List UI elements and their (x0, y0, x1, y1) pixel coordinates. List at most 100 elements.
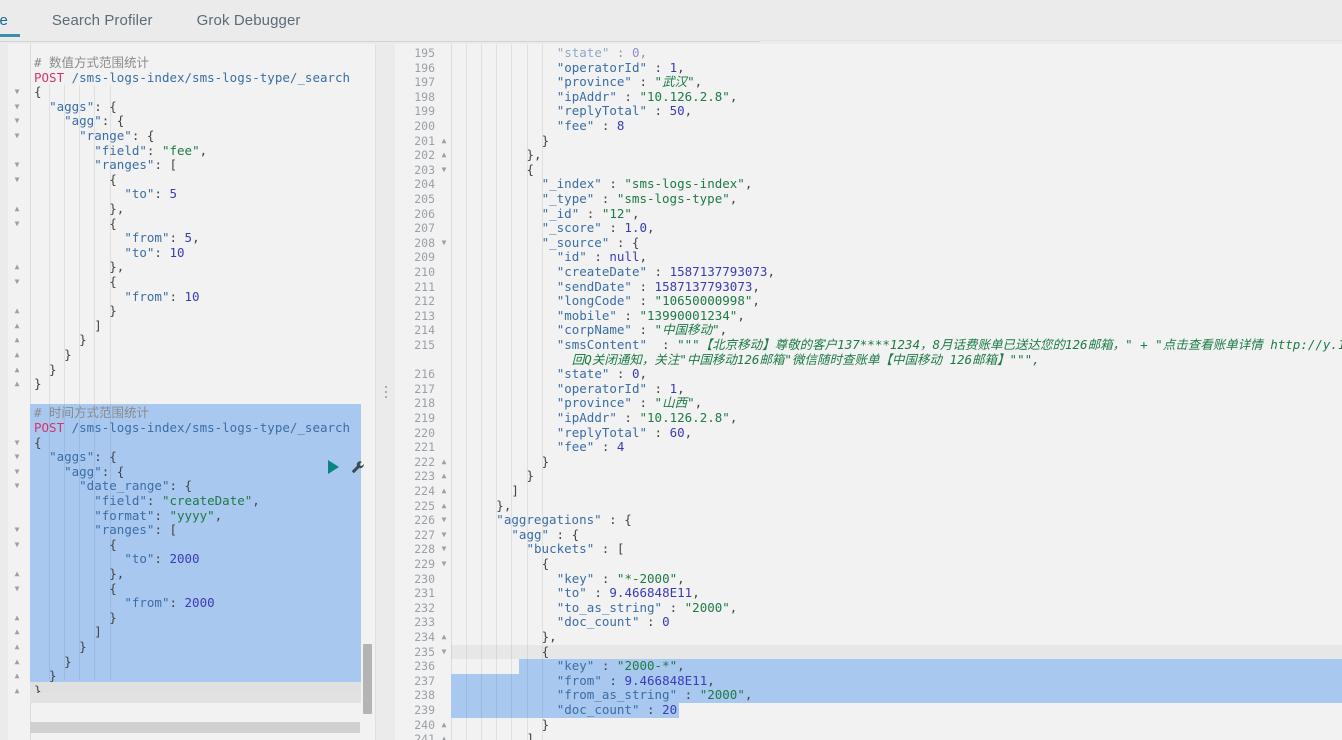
code-line[interactable]: "from": 10 (34, 289, 199, 305)
code-line[interactable]: "doc_count" : 20 (557, 702, 677, 718)
code-line[interactable]: "createDate" : 1587137793073, (557, 264, 775, 280)
fold-toggle-icon[interactable]: ▲ (12, 640, 22, 655)
fold-toggle-icon[interactable]: ▲ (12, 377, 22, 392)
request-gutter[interactable]: ▼ ▼ ▼ ▼ ▼ ▼ ▲ ▼ ▲ ▼ ▲ ▲ ▲ ▲ ▲ ▲ ▼ ▼ ▼ ▼ ▼ ▼ ▲ ▼ ▲ ▲ ▲ ▲ ▲ ▲ (8, 44, 31, 740)
code-line[interactable]: "ipAddr" : "10.126.2.8", (557, 410, 738, 426)
code-line[interactable]: "key" : "*-2000", (557, 571, 685, 587)
response-code-body[interactable]: "state" : 0, "operatorId" : 1, "province" … (451, 44, 1342, 740)
fold-toggle-icon[interactable]: ▼ (12, 479, 22, 494)
code-line[interactable]: } (34, 639, 87, 655)
request-ace-editor[interactable]: ▼ ▼ ▼ ▼ ▼ ▼ ▲ ▼ ▲ ▼ ▲ ▲ ▲ ▲ ▲ ▲ ▼ ▼ ▼ ▼ ▼ ▼ ▲ ▼ ▲ ▲ ▲ ▲ ▲ ▲ # 数值方式范围统… (8, 44, 375, 740)
tab-search-profiler[interactable]: Search Profiler (30, 0, 175, 32)
code-line[interactable]: }, (527, 147, 542, 163)
fold-toggle-icon[interactable]: ▼ (12, 114, 22, 129)
fold-toggle-icon[interactable]: ▲ (12, 684, 22, 699)
code-line[interactable]: { (34, 172, 117, 188)
code-line[interactable]: "smsContent" : """【北京移动】尊敬的客户137****1234… (557, 337, 1342, 353)
code-line[interactable]: "aggs": { (34, 449, 117, 465)
code-line[interactable]: } (34, 654, 72, 670)
fold-toggle-icon[interactable]: ▲ (12, 363, 22, 378)
code-line[interactable]: "date_range": { (34, 479, 192, 494)
code-line[interactable]: ] (511, 483, 519, 499)
fold-toggle-icon[interactable]: ▼ (439, 542, 449, 557)
code-line[interactable]: } (542, 454, 550, 470)
code-line[interactable]: ] (34, 318, 102, 334)
request-code-body[interactable]: # 数值方式范围统计 POST /sms-logs-index/sms-logs-… (30, 44, 375, 740)
code-line[interactable]: "corpName" : "中国移动", (557, 323, 727, 338)
code-line[interactable]: POST /sms-logs-index/sms-logs-type/_sear… (34, 420, 350, 436)
fold-toggle-icon[interactable]: ▼ (12, 85, 22, 100)
code-line[interactable]: "agg": { (34, 464, 124, 480)
fold-toggle-icon[interactable]: ▼ (12, 100, 22, 115)
code-line[interactable]: "to" : 9.466848E11, (557, 585, 700, 601)
fold-toggle-icon[interactable]: ▲ (439, 484, 449, 499)
code-line[interactable]: } (34, 610, 117, 626)
fold-toggle-icon[interactable]: ▼ (12, 582, 22, 597)
fold-toggle-icon[interactable]: ▲ (439, 148, 449, 163)
fold-toggle-icon[interactable]: ▼ (12, 538, 22, 553)
code-line[interactable]: } (34, 376, 42, 392)
fold-toggle-icon[interactable]: ▲ (12, 567, 22, 582)
code-line[interactable]: }, (34, 201, 124, 217)
code-line[interactable]: "doc_count" : 0 (557, 615, 670, 630)
fold-toggle-icon[interactable]: ▲ (12, 655, 22, 670)
code-line[interactable]: "key" : "2000-*", (557, 658, 685, 674)
code-line[interactable]: ] (34, 625, 102, 640)
fold-toggle-icon[interactable]: ▼ (439, 236, 449, 251)
code-line[interactable]: { (34, 274, 117, 290)
code-line[interactable]: "to": 5 (34, 187, 177, 202)
fold-toggle-icon[interactable]: ▼ (12, 523, 22, 538)
fold-toggle-icon[interactable]: ▲ (12, 669, 22, 684)
code-line[interactable]: "replyTotal" : 50, (557, 104, 693, 119)
code-line[interactable]: } (542, 133, 550, 149)
code-line[interactable]: "format": "yyyy", (34, 508, 222, 524)
code-line[interactable]: { (527, 162, 535, 178)
code-line[interactable]: "longCode" : "10650000998", (557, 293, 760, 309)
code-line[interactable]: "fee" : 4 (557, 439, 625, 455)
fold-toggle-icon[interactable]: ▲ (439, 732, 449, 740)
request-pane[interactable]: ▼ ▼ ▼ ▼ ▼ ▼ ▲ ▼ ▲ ▼ ▲ ▲ ▲ ▲ ▲ ▲ ▼ ▼ ▼ ▼ ▼ ▼ ▲ ▼ ▲ ▲ ▲ ▲ ▲ ▲ # 数值方式范围统… (8, 44, 376, 740)
code-line[interactable]: "aggregations" : { (496, 512, 631, 528)
code-line[interactable]: } (34, 668, 57, 684)
code-line[interactable]: "_index" : "sms-logs-index", (542, 177, 753, 192)
fold-toggle-icon[interactable]: ▼ (12, 465, 22, 480)
fold-toggle-icon[interactable]: ▲ (439, 499, 449, 514)
request-scroll-thumb[interactable] (363, 644, 372, 714)
code-line[interactable]: "to": 2000 (34, 552, 199, 567)
code-line[interactable]: }, (34, 566, 124, 582)
tab-console[interactable]: sole (0, 0, 30, 37)
code-line[interactable]: { (34, 84, 42, 100)
fold-toggle-icon[interactable]: ▼ (439, 645, 449, 660)
code-line[interactable]: "from" : 9.466848E11, (557, 673, 715, 689)
code-line[interactable]: # 时间方式范围统计 (34, 406, 149, 421)
code-line[interactable]: } (34, 362, 57, 378)
code-line[interactable]: }, (34, 260, 124, 275)
fold-toggle-icon[interactable]: ▲ (12, 202, 22, 217)
code-line[interactable]: "fee" : 8 (557, 118, 625, 134)
code-line[interactable]: "replyTotal" : 60, (557, 425, 693, 441)
fold-toggle-icon[interactable]: ▲ (12, 348, 22, 363)
code-line[interactable]: "to_as_string" : "2000", (557, 600, 738, 616)
code-line[interactable]: } (34, 347, 72, 363)
fold-toggle-icon[interactable]: ▼ (439, 557, 449, 572)
response-ace-editor[interactable]: 195 196 197 198 199 200 201 ▲ 202 ▲ 203 ▼ 204 205 206 2… (395, 44, 1342, 740)
code-line[interactable]: } (34, 303, 117, 319)
fold-toggle-icon[interactable]: ▲ (439, 134, 449, 149)
code-line[interactable]: { (34, 537, 117, 553)
code-line[interactable]: "sendDate" : 1587137793073, (557, 279, 760, 295)
code-line[interactable]: "state" : 0, (557, 366, 647, 382)
code-line[interactable]: { (34, 216, 117, 232)
fold-toggle-icon[interactable]: ▲ (12, 260, 22, 275)
code-line[interactable]: { (542, 556, 550, 572)
code-line[interactable]: "range": { (34, 128, 154, 144)
code-line[interactable]: # 数值方式范围统计 (34, 55, 149, 71)
code-line[interactable]: "_type" : "sms-logs-type", (542, 191, 738, 207)
code-line[interactable]: "_source" : { (542, 235, 640, 251)
fold-toggle-icon[interactable]: ▼ (439, 163, 449, 178)
code-line[interactable]: "to": 10 (34, 245, 184, 261)
response-gutter[interactable]: 195 196 197 198 199 200 201 ▲ 202 ▲ 203 ▼ 204 205 206 2… (395, 44, 452, 740)
fold-toggle-icon[interactable]: ▲ (439, 469, 449, 484)
fold-toggle-icon[interactable]: ▲ (12, 625, 22, 640)
fold-toggle-icon[interactable]: ▼ (12, 275, 22, 290)
fold-toggle-icon[interactable]: ▼ (12, 450, 22, 465)
